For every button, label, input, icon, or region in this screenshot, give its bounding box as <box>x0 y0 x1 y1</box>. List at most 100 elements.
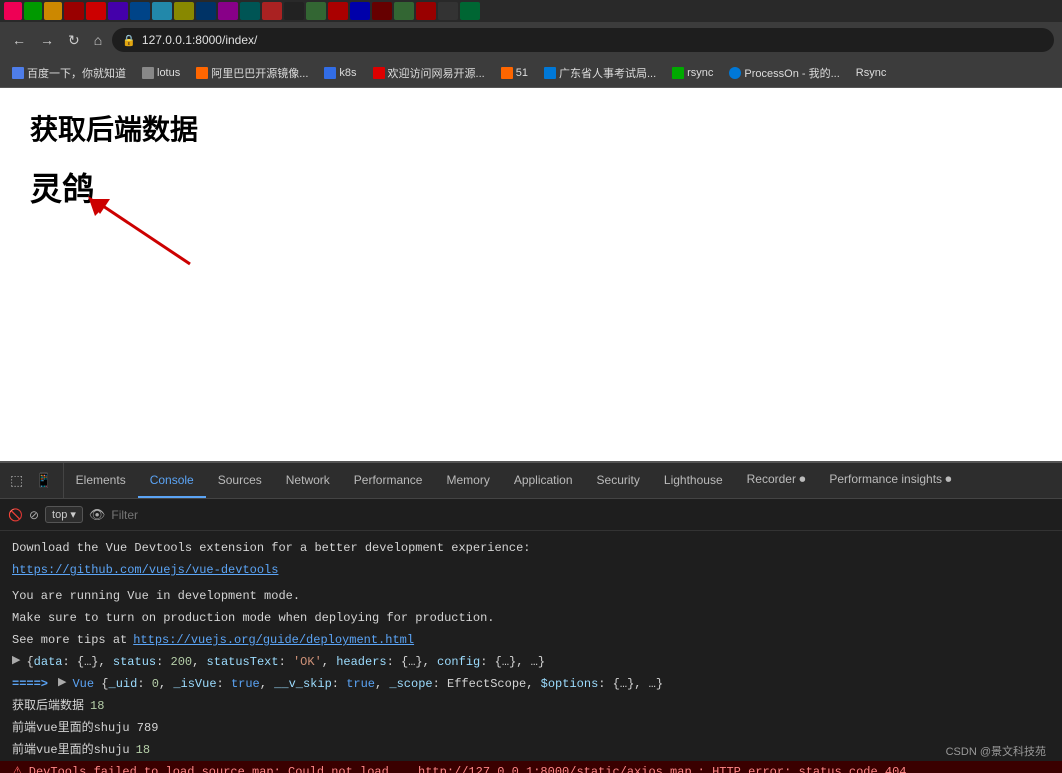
toolbar-icon-12 <box>240 2 260 20</box>
console-line-vue-obj: ====> ▶ Vue {_uid: 0, _isVue: true, __v_… <box>0 673 1062 695</box>
toolbar-icon-8 <box>152 2 172 20</box>
arrow-indicator <box>80 194 200 279</box>
bookmark-label-rsync: rsync <box>687 67 713 79</box>
address-bar[interactable]: 🔒 127.0.0.1:8000/index/ <box>112 28 1054 52</box>
device-icon[interactable]: 📱 <box>31 470 56 491</box>
tab-performance[interactable]: Performance <box>342 463 435 498</box>
page-title: 获取后端数据 <box>30 108 1032 148</box>
toolbar-icon-2 <box>24 2 42 20</box>
back-button[interactable]: ← <box>8 30 30 50</box>
bookmark-icon-wangyi <box>373 67 385 79</box>
toolbar-icon-21 <box>438 2 458 20</box>
bookmark-label-k8s: k8s <box>339 67 356 79</box>
bookmark-baidu[interactable]: 百度一下，你就知道 <box>8 63 130 83</box>
browser-toolbar <box>0 0 1062 22</box>
tab-lighthouse[interactable]: Lighthouse <box>652 463 735 498</box>
tab-console[interactable]: Console <box>138 463 206 498</box>
console-output: Download the Vue Devtools extension for … <box>0 531 1062 773</box>
bookmark-gd[interactable]: 广东省人事考试局... <box>540 63 660 83</box>
toolbar-icon-3 <box>44 2 62 20</box>
bookmark-label-baidu: 百度一下，你就知道 <box>27 65 126 81</box>
error-icon: ⚠ <box>12 763 23 773</box>
bookmark-label-wangyi: 欢迎访问网易开源... <box>388 65 485 81</box>
bookmark-label-rsync2: Rsync <box>856 67 887 79</box>
bookmark-icon-51 <box>501 67 513 79</box>
devtools-toolbar: ⬚ 📱 Elements Console Sources Network Per… <box>0 463 1062 499</box>
expand-arrow[interactable]: ▶ <box>12 653 20 670</box>
bookmark-rsync[interactable]: rsync <box>668 65 717 81</box>
bookmark-rsync2[interactable]: Rsync <box>852 65 891 81</box>
bookmarks-bar: 百度一下，你就知道 lotus 阿里巴巴开源镜像... k8s 欢迎访问网易开源… <box>0 58 1062 88</box>
tab-recorder[interactable]: Recorder ⏺ <box>735 463 818 498</box>
eye-icon[interactable]: 👁 <box>89 507 106 523</box>
watermark: CSDN @景文科技苑 <box>946 743 1046 759</box>
devtools-tabs: Elements Console Sources Network Perform… <box>64 463 964 498</box>
toolbar-icon-20 <box>416 2 436 20</box>
vuejs-guide-link[interactable]: https://vuejs.org/guide/deployment.html <box>133 631 414 649</box>
console-level-chevron: ▾ <box>70 508 76 521</box>
arrow-svg <box>80 194 200 274</box>
bookmark-icon-rsync <box>672 67 684 79</box>
toolbar-icon-18 <box>372 2 392 20</box>
refresh-button[interactable]: ↻ <box>64 30 84 51</box>
tab-security[interactable]: Security <box>585 463 652 498</box>
bookmark-icon-gd <box>544 67 556 79</box>
vue-devtools-link[interactable]: https://github.com/vuejs/vue-devtools <box>12 561 278 579</box>
console-line-backend-18: 获取后端数据 18 <box>0 695 1062 717</box>
toolbar-icon-6 <box>108 2 128 20</box>
console-line: Download the Vue Devtools extension for … <box>0 537 1062 559</box>
console-stop-icon[interactable]: ⊘ <box>29 508 39 522</box>
toolbar-icon-14 <box>284 2 304 20</box>
console-line-error: ⚠ DevTools failed to load source map: Co… <box>0 761 1062 773</box>
tab-sources[interactable]: Sources <box>206 463 274 498</box>
bookmark-51[interactable]: 51 <box>497 65 532 81</box>
console-line-data-obj: ▶ {data: {…}, status: 200, statusText: '… <box>0 651 1062 673</box>
bookmark-label-aliyun: 阿里巴巴开源镜像... <box>211 65 308 81</box>
console-filter-input[interactable] <box>111 508 1054 522</box>
bookmark-label-processon: ProcessOn - 我的... <box>744 65 839 81</box>
inspect-icon[interactable]: ⬚ <box>6 470 27 491</box>
toolbar-icon-22 <box>460 2 480 20</box>
console-line-vue-prod: Make sure to turn on production mode whe… <box>0 607 1062 629</box>
toolbar-icon-7 <box>130 2 150 20</box>
toolbar-icon-19 <box>394 2 414 20</box>
console-line-vue-tips: See more tips at https://vuejs.org/guide… <box>0 629 1062 651</box>
axios-map-link[interactable]: http://127.0.0.1:8000/static/axios.map <box>418 763 692 773</box>
bookmark-processon[interactable]: ProcessOn - 我的... <box>725 63 843 83</box>
toolbar-icon-16 <box>328 2 348 20</box>
console-level-selector[interactable]: top ▾ <box>45 506 83 523</box>
devtools-icons-left: ⬚ 📱 <box>0 463 64 498</box>
bookmark-icon-aliyun <box>196 67 208 79</box>
toolbar-icon-13 <box>262 2 282 20</box>
navigation-bar: ← → ↻ ⌂ 🔒 127.0.0.1:8000/index/ <box>0 22 1062 58</box>
bookmark-wangyi[interactable]: 欢迎访问网易开源... <box>369 63 489 83</box>
devtools-panel: ⬚ 📱 Elements Console Sources Network Per… <box>0 461 1062 771</box>
home-button[interactable]: ⌂ <box>90 30 106 50</box>
bookmark-icon-lotus <box>142 67 154 79</box>
tab-application[interactable]: Application <box>502 463 585 498</box>
bookmark-label-gd: 广东省人事考试局... <box>559 65 656 81</box>
bookmark-icon-baidu <box>12 67 24 79</box>
toolbar-icon-15 <box>306 2 326 20</box>
console-level-text: top <box>52 509 67 521</box>
toolbar-icon-5 <box>86 2 106 20</box>
bookmark-label-lotus: lotus <box>157 67 180 79</box>
console-clear-icon[interactable]: 🚫 <box>8 508 23 522</box>
tab-network[interactable]: Network <box>274 463 342 498</box>
toolbar-icon-11 <box>218 2 238 20</box>
tab-memory[interactable]: Memory <box>434 463 501 498</box>
tab-elements[interactable]: Elements <box>64 463 138 498</box>
console-line-shuju-789: 前端vue里面的shuju 789 <box>0 717 1062 739</box>
bookmark-k8s[interactable]: k8s <box>320 65 360 81</box>
toolbar-icon-17 <box>350 2 370 20</box>
bookmark-lotus[interactable]: lotus <box>138 65 184 81</box>
bookmark-icon-processon <box>729 67 741 79</box>
forward-button[interactable]: → <box>36 30 58 50</box>
toolbar-icon-10 <box>196 2 216 20</box>
expand-arrow-2[interactable]: ▶ <box>58 675 66 692</box>
tab-performance-insights[interactable]: Performance insights ⏺ <box>817 463 963 498</box>
bookmark-aliyun[interactable]: 阿里巴巴开源镜像... <box>192 63 312 83</box>
toolbar-icon-1 <box>4 2 22 20</box>
toolbar-icon-9 <box>174 2 194 20</box>
console-line-link: https://github.com/vuejs/vue-devtools <box>0 559 1062 581</box>
